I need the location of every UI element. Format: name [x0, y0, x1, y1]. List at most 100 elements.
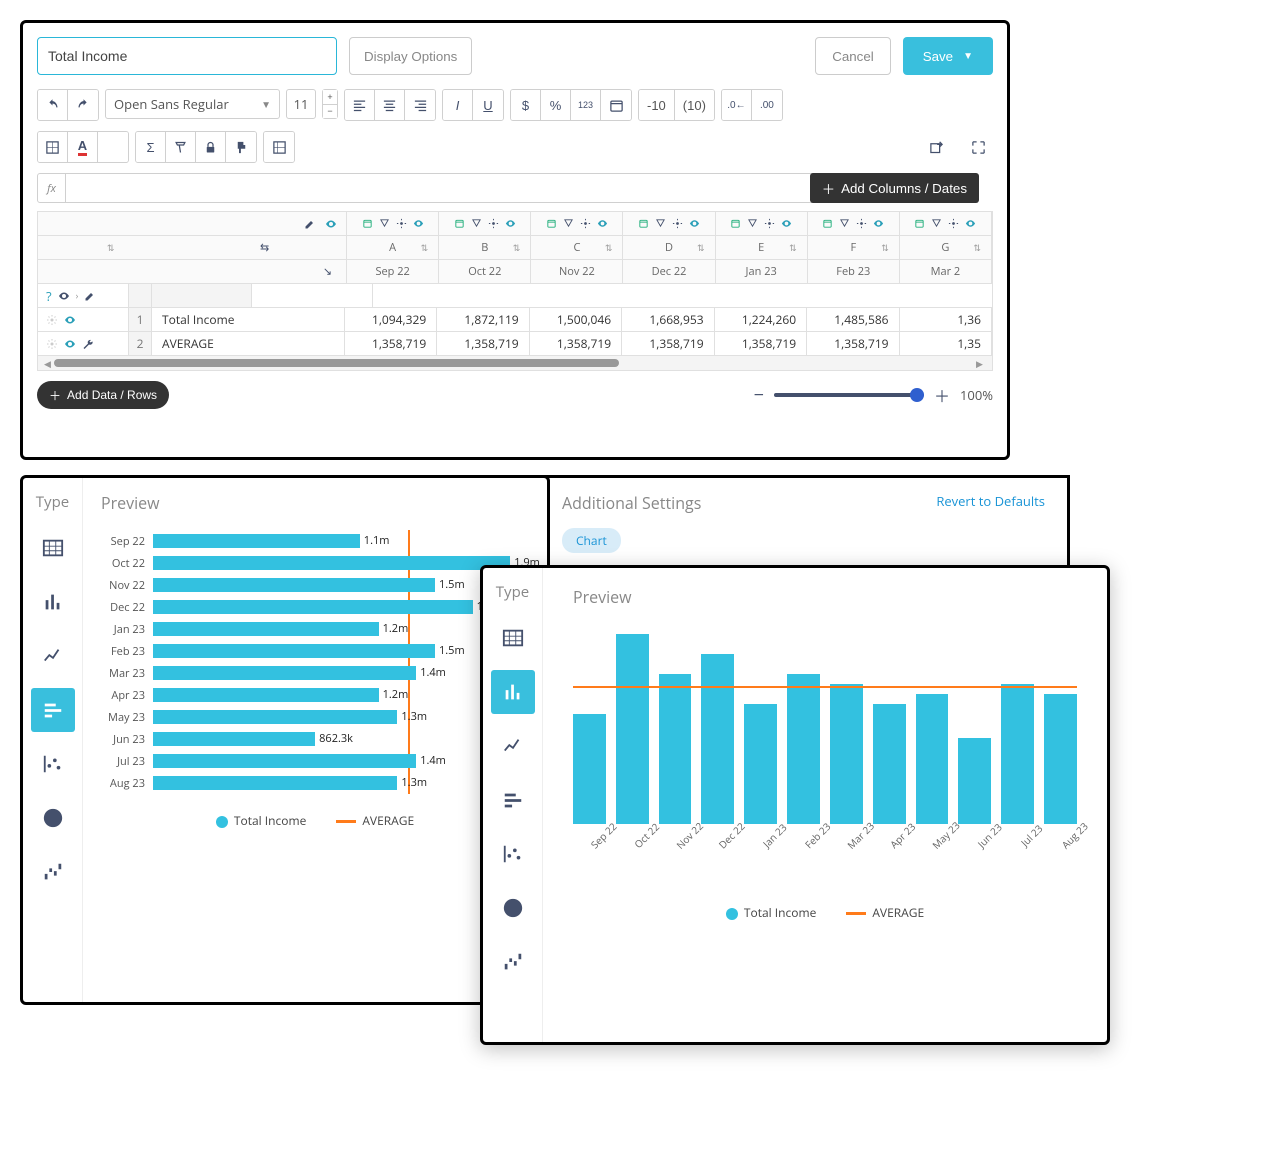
- column-header-tools[interactable]: [900, 212, 992, 235]
- type-table-icon[interactable]: [491, 616, 535, 660]
- data-cell[interactable]: 1,358,719: [345, 332, 437, 355]
- help-icon[interactable]: ?: [46, 287, 52, 305]
- paint-format-button[interactable]: [226, 132, 256, 162]
- currency-format-button[interactable]: $: [511, 90, 541, 120]
- type-scatter-icon[interactable]: [491, 832, 535, 876]
- lock-button[interactable]: [196, 132, 226, 162]
- type-table-icon[interactable]: [31, 526, 75, 570]
- row-name[interactable]: Total Income: [152, 311, 344, 328]
- data-cell[interactable]: 1,358,719: [807, 332, 899, 355]
- font-size-up[interactable]: +: [323, 90, 337, 105]
- add-columns-button[interactable]: ＋Add Columns / Dates: [810, 173, 979, 203]
- formula-input[interactable]: [66, 174, 832, 202]
- type-vbar-icon[interactable]: [491, 670, 535, 714]
- column-letter[interactable]: D⇅: [623, 236, 715, 259]
- column-letter[interactable]: E⇅: [716, 236, 808, 259]
- type-waterfall-icon[interactable]: [31, 850, 75, 894]
- font-size-spinner[interactable]: +−: [322, 89, 338, 119]
- zoom-out-button[interactable]: −: [754, 383, 764, 407]
- column-letter[interactable]: G⇅: [900, 236, 992, 259]
- align-right-button[interactable]: [405, 90, 435, 120]
- font-size-down[interactable]: −: [323, 105, 337, 119]
- column-month[interactable]: Nov 22: [531, 260, 623, 283]
- type-pie-icon[interactable]: [491, 886, 535, 930]
- column-header-tools[interactable]: [347, 212, 439, 235]
- export-button[interactable]: [921, 132, 951, 162]
- undo-button[interactable]: [38, 90, 68, 120]
- edit-icon[interactable]: [304, 218, 316, 230]
- column-month[interactable]: Mar 2: [900, 260, 992, 283]
- edit-icon[interactable]: [84, 290, 96, 302]
- column-header-tools[interactable]: [531, 212, 623, 235]
- gear-icon[interactable]: [46, 338, 58, 350]
- column-month[interactable]: Dec 22: [623, 260, 715, 283]
- type-pie-icon[interactable]: [31, 796, 75, 840]
- column-letter[interactable]: F⇅: [808, 236, 900, 259]
- zoom-in-button[interactable]: ＋: [934, 383, 950, 407]
- cancel-button[interactable]: Cancel: [815, 37, 891, 75]
- column-header-tools[interactable]: [623, 212, 715, 235]
- data-cell[interactable]: 1,500,046: [530, 308, 622, 331]
- data-cell[interactable]: 1,358,719: [715, 332, 807, 355]
- type-hbar-icon[interactable]: [31, 688, 75, 732]
- column-month[interactable]: Sep 22: [347, 260, 439, 283]
- insert-table-button[interactable]: [264, 132, 294, 162]
- revert-defaults-link[interactable]: Revert to Defaults: [936, 492, 1045, 510]
- increase-decimal-button[interactable]: .00: [752, 90, 782, 120]
- wrench-icon[interactable]: [82, 338, 94, 350]
- fullscreen-button[interactable]: [963, 132, 993, 162]
- eye-icon[interactable]: [324, 218, 338, 230]
- data-cell[interactable]: 1,485,586: [807, 308, 899, 331]
- underline-button[interactable]: U: [473, 90, 503, 120]
- column-header-tools[interactable]: [716, 212, 808, 235]
- save-button[interactable]: Save▼: [903, 37, 993, 75]
- clear-format-button[interactable]: [166, 132, 196, 162]
- column-letter[interactable]: C⇅: [531, 236, 623, 259]
- eye-icon[interactable]: [64, 314, 76, 326]
- zoom-slider[interactable]: [774, 393, 924, 397]
- eye-icon[interactable]: [58, 290, 70, 302]
- type-hbar-icon[interactable]: [491, 778, 535, 822]
- type-waterfall-icon[interactable]: [491, 940, 535, 984]
- italic-button[interactable]: I: [443, 90, 473, 120]
- horizontal-scrollbar[interactable]: ◀ ▶: [38, 356, 992, 370]
- eye-icon[interactable]: [64, 338, 76, 350]
- sum-button[interactable]: Σ: [136, 132, 166, 162]
- type-vbar-icon[interactable]: [31, 580, 75, 624]
- column-month[interactable]: Feb 23: [808, 260, 900, 283]
- display-options-button[interactable]: Display Options: [349, 37, 472, 75]
- align-center-button[interactable]: [375, 90, 405, 120]
- chart-tab-pill[interactable]: Chart: [562, 528, 621, 553]
- chevron-right-icon[interactable]: ›: [76, 289, 79, 302]
- data-cell[interactable]: 1,094,329: [345, 308, 437, 331]
- type-scatter-icon[interactable]: [31, 742, 75, 786]
- column-month[interactable]: Jan 23: [716, 260, 808, 283]
- align-left-button[interactable]: [345, 90, 375, 120]
- date-format-button[interactable]: [601, 90, 631, 120]
- font-family-select[interactable]: Open Sans Regular▼: [105, 89, 280, 119]
- data-cell[interactable]: 1,358,719: [437, 332, 529, 355]
- text-color-button[interactable]: A: [68, 132, 98, 162]
- type-line-icon[interactable]: [491, 724, 535, 768]
- row-name[interactable]: AVERAGE: [152, 335, 344, 352]
- column-header-tools[interactable]: [439, 212, 531, 235]
- percent-format-button[interactable]: %: [541, 90, 571, 120]
- fill-color-button[interactable]: [98, 132, 128, 162]
- data-cell[interactable]: 1,872,119: [437, 308, 529, 331]
- sheet-title-input[interactable]: [37, 37, 337, 75]
- type-line-icon[interactable]: [31, 634, 75, 678]
- column-letter[interactable]: A⇅: [347, 236, 439, 259]
- decrease-decimal-button[interactable]: .0←: [722, 90, 752, 120]
- data-cell[interactable]: 1,668,953: [622, 308, 714, 331]
- redo-button[interactable]: [68, 90, 98, 120]
- number-format-button[interactable]: 123: [571, 90, 601, 120]
- font-size-input[interactable]: 11: [286, 89, 316, 119]
- negative-dash-button[interactable]: -10: [639, 90, 675, 120]
- add-rows-button[interactable]: ＋Add Data / Rows: [37, 381, 169, 409]
- data-cell[interactable]: 1,35: [900, 332, 992, 355]
- data-cell[interactable]: 1,224,260: [715, 308, 807, 331]
- column-month[interactable]: Oct 22: [439, 260, 531, 283]
- gear-icon[interactable]: [46, 314, 58, 326]
- data-cell[interactable]: 1,358,719: [530, 332, 622, 355]
- data-cell[interactable]: 1,358,719: [622, 332, 714, 355]
